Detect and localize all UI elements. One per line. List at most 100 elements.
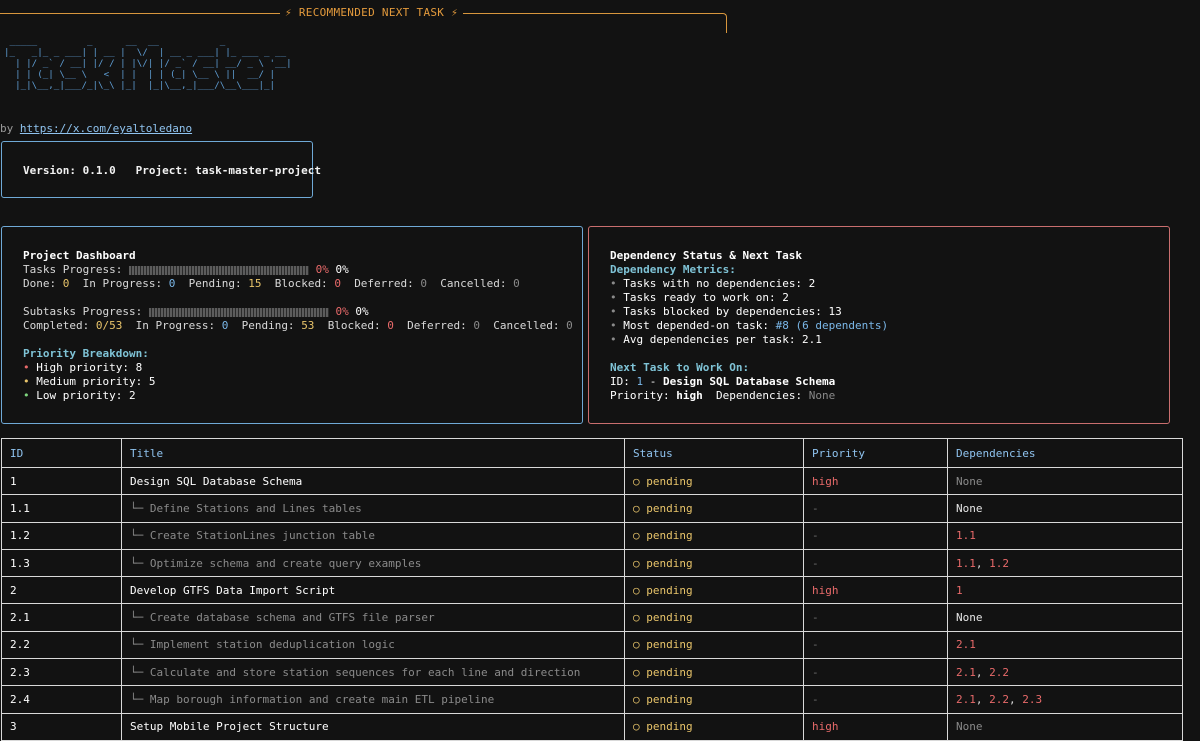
dependency-ref: None <box>956 720 983 734</box>
task-priority-cell: - <box>803 630 948 660</box>
task-title-cell: └─ Create database schema and GTFS file … <box>121 603 625 632</box>
deferred-label: Deferred: <box>354 277 421 290</box>
bullet-icon: • <box>610 277 617 290</box>
header-title: Title <box>121 438 625 468</box>
task-title-cell: └─ Calculate and store station sequences… <box>121 658 625 687</box>
bullet-icon: • <box>23 361 30 374</box>
priority-high: • High priority: 8 <box>23 361 142 375</box>
table-row[interactable]: 2.4 └─ Map borough information and create… <box>1 685 1183 714</box>
metric-no-deps: • Tasks with no dependencies: 2 <box>610 277 815 291</box>
status-text: pending <box>646 501 693 515</box>
dep-separator: , <box>975 693 990 707</box>
metric-text: Tasks blocked by dependencies: 13 <box>623 305 842 318</box>
task-priority-cell: high <box>803 712 948 741</box>
subtasks-counts-line: Completed: 0/53 In Progress: 0 Pending: … <box>23 319 573 333</box>
dependency-ref: 1.1 <box>956 556 976 570</box>
sub-deferred-count: 0 <box>473 319 481 332</box>
subtask-branch-icon: └─ <box>130 501 150 515</box>
task-priority-cell: - <box>803 658 948 687</box>
pending-circle-icon: ○ <box>633 529 647 543</box>
task-title-cell: Setup Mobile Project Structure <box>121 712 625 741</box>
metric-text: Tasks with no dependencies: 2 <box>623 277 816 290</box>
dependency-ref: 2.2 <box>989 693 1009 707</box>
cancelled-label: Cancelled: <box>440 277 514 290</box>
task-title-cell: └─ Define Stations and Lines tables <box>121 494 625 523</box>
pending-circle-icon: ○ <box>633 611 647 625</box>
subtask-branch-icon: └─ <box>130 638 150 652</box>
task-id-cell: 2 <box>1 576 122 605</box>
table-row[interactable]: 3 Setup Mobile Project Structure ○ pending… <box>1 712 1183 741</box>
task-title: Create StationLines junction table <box>149 529 376 543</box>
project-dashboard-panel: Project Dashboard Tasks Progress: 0% 0% … <box>1 226 583 424</box>
task-status-cell: ○ pending <box>624 521 804 550</box>
task-dependencies-cell: 2.1, 2.2 <box>947 658 1183 687</box>
blocked-label: Blocked: <box>274 277 335 290</box>
sub-in-progress-count: 0 <box>221 319 229 332</box>
priority-medium-text: Medium priority: 5 <box>36 375 156 388</box>
author-link[interactable]: https://x.com/eyaltoledano <box>20 122 192 135</box>
metric-text: Avg dependencies per task: 2.1 <box>623 333 822 346</box>
header-dependencies: Dependencies <box>947 438 1183 468</box>
next-task-meta-line: Priority: high Dependencies: None <box>610 389 835 403</box>
table-row[interactable]: 1.3 └─ Optimize schema and create query e… <box>1 548 1183 578</box>
completed-count: 0/53 <box>95 319 123 332</box>
dependency-ref: 2.1 <box>956 638 976 652</box>
task-priority-cell: - <box>803 521 948 550</box>
bullet-icon: • <box>610 333 617 346</box>
subtasks-progress-bar <box>148 307 329 317</box>
dependency-ref: 1.1 <box>956 529 976 543</box>
bullet-icon: • <box>23 375 30 388</box>
table-row[interactable]: 2 Develop GTFS Data Import Script ○ pendin… <box>1 576 1183 605</box>
subtask-branch-icon: └─ <box>130 693 150 707</box>
task-title: Optimize schema and create query example… <box>149 556 422 570</box>
status-text: pending <box>646 583 693 597</box>
dependency-ref: None <box>956 501 983 515</box>
task-status-cell: ○ pending <box>624 603 804 632</box>
status-text: pending <box>646 665 693 679</box>
next-deps: None <box>808 389 836 402</box>
header-status: Status <box>624 438 804 468</box>
task-status-cell: ○ pending <box>624 576 804 605</box>
next-sep: - <box>643 375 663 388</box>
table-row[interactable]: 2.3 └─ Calculate and store station sequen… <box>1 658 1183 687</box>
metric-ready: • Tasks ready to work on: 2 <box>610 291 789 305</box>
status-text: pending <box>646 529 693 543</box>
task-priority-cell: - <box>803 603 948 632</box>
task-status-cell: ○ pending <box>624 466 804 496</box>
task-id-cell: 2.2 <box>1 630 122 660</box>
priority-breakdown-title: Priority Breakdown: <box>23 347 149 360</box>
table-row[interactable]: 2.1 └─ Create database schema and GTFS fi… <box>1 603 1183 632</box>
task-title: Setup Mobile Project Structure <box>130 720 329 734</box>
task-title-cell: └─ Implement station deduplication logic <box>121 630 625 660</box>
sub-deferred-label: Deferred: <box>407 319 474 332</box>
completed-label: Completed: <box>23 319 96 332</box>
subtasks-progress-line: Subtasks Progress: 0% 0% <box>23 305 369 319</box>
task-status-cell: ○ pending <box>624 685 804 714</box>
bullet-icon: • <box>610 305 617 318</box>
task-priority-cell: - <box>803 494 948 523</box>
task-id-cell: 2.3 <box>1 658 122 687</box>
sub-blocked-label: Blocked: <box>327 319 388 332</box>
table-row[interactable]: 1.2 └─ Create StationLines junction table… <box>1 521 1183 550</box>
next-id-label: ID: <box>610 375 637 388</box>
table-row[interactable]: 1 Design SQL Database Schema ○ pending high… <box>1 466 1183 496</box>
pending-circle-icon: ○ <box>633 474 647 488</box>
task-status-cell: ○ pending <box>624 548 804 578</box>
subtask-branch-icon: └─ <box>130 556 150 570</box>
pending-circle-icon: ○ <box>633 665 647 679</box>
status-text: pending <box>646 474 693 488</box>
bullet-icon: • <box>610 291 617 304</box>
task-id-cell: 2.4 <box>1 685 122 714</box>
banner-title: ⚡ RECOMMENDED NEXT TASK ⚡ <box>280 6 464 19</box>
pending-circle-icon: ○ <box>633 501 647 515</box>
sub-pending-label: Pending: <box>241 319 302 332</box>
task-id-cell: 1.3 <box>1 548 122 578</box>
table-row[interactable]: 2.2 └─ Implement station deduplication lo… <box>1 630 1183 660</box>
status-text: pending <box>646 556 693 570</box>
next-priority: high <box>676 389 703 402</box>
tasks-progress-label: Tasks Progress: <box>23 263 129 276</box>
task-title-cell: └─ Create StationLines junction table <box>121 521 625 550</box>
table-row[interactable]: 1.1 └─ Define Stations and Lines tables ○ … <box>1 494 1183 523</box>
cancelled-count: 0 <box>513 277 520 290</box>
task-title: Design SQL Database Schema <box>130 474 303 488</box>
